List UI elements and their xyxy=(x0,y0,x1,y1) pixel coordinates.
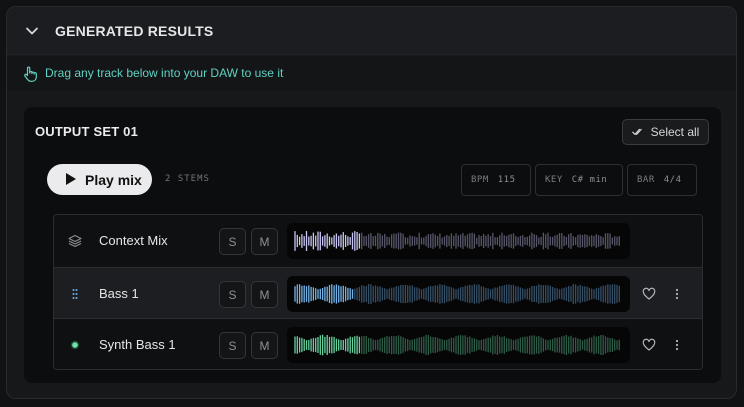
bpm-value: 115 xyxy=(497,175,516,185)
drag-hint: Drag any track below into your DAW to us… xyxy=(7,56,736,91)
key-value: C# min xyxy=(571,175,608,185)
bpm-key: BPM xyxy=(471,175,489,185)
more-vertical-icon[interactable] xyxy=(672,337,682,353)
play-mix-button[interactable]: Play mix xyxy=(47,164,152,195)
generated-results-panel: GENERATED RESULTS Drag any track below i… xyxy=(6,6,737,399)
key-badge: KEY C# min xyxy=(535,164,623,196)
play-icon xyxy=(66,173,76,185)
waveform-svg xyxy=(294,283,620,305)
track-name: Bass 1 xyxy=(99,286,139,301)
bar-value: 4/4 xyxy=(663,175,682,185)
track-row-synth-bass-1[interactable]: Synth Bass 1 S M xyxy=(54,319,702,369)
mute-button[interactable]: M xyxy=(251,281,278,308)
solo-button[interactable]: S xyxy=(219,281,246,308)
output-set-card: OUTPUT SET 01 Select all Play mix 2 STEM… xyxy=(24,107,721,383)
track-row-context-mix[interactable]: Context Mix S M xyxy=(54,215,702,267)
panel-header[interactable]: GENERATED RESULTS xyxy=(7,7,736,55)
play-mix-label: Play mix xyxy=(85,172,142,188)
waveform-svg xyxy=(294,231,620,251)
bar-badge: BAR 4/4 xyxy=(627,164,697,196)
waveform[interactable] xyxy=(287,327,630,363)
mute-button[interactable]: M xyxy=(251,332,278,359)
drag-handle-icon[interactable] xyxy=(68,287,82,301)
layers-icon xyxy=(68,234,82,248)
track-row-bass-1[interactable]: Bass 1 S M xyxy=(54,267,702,319)
track-name: Context Mix xyxy=(99,233,168,248)
select-all-button[interactable]: Select all xyxy=(622,119,709,145)
hint-text: Drag any track below into your DAW to us… xyxy=(45,66,284,80)
bpm-badge: BPM 115 xyxy=(461,164,531,196)
waveform-svg xyxy=(294,334,620,356)
hand-pointer-icon xyxy=(24,66,37,82)
double-check-icon xyxy=(631,128,642,135)
panel-title: GENERATED RESULTS xyxy=(55,23,214,39)
key-key: KEY xyxy=(545,175,563,185)
status-dot-icon xyxy=(70,340,80,350)
heart-icon[interactable] xyxy=(642,338,656,352)
track-name: Synth Bass 1 xyxy=(99,337,176,352)
more-vertical-icon[interactable] xyxy=(672,286,682,302)
heart-icon[interactable] xyxy=(642,287,656,301)
select-all-label: Select all xyxy=(650,125,700,139)
solo-button[interactable]: S xyxy=(219,332,246,359)
output-set-title: OUTPUT SET 01 xyxy=(35,124,139,139)
chevron-down-icon[interactable] xyxy=(25,24,39,38)
stems-count: 2 STEMS xyxy=(165,174,210,184)
solo-button[interactable]: S xyxy=(219,228,246,255)
mute-button[interactable]: M xyxy=(251,228,278,255)
waveform[interactable] xyxy=(287,276,630,312)
waveform[interactable] xyxy=(287,223,630,259)
bar-key: BAR xyxy=(637,175,655,185)
track-list: Context Mix S M Bass 1 S M Synth Bass 1 … xyxy=(53,214,703,370)
